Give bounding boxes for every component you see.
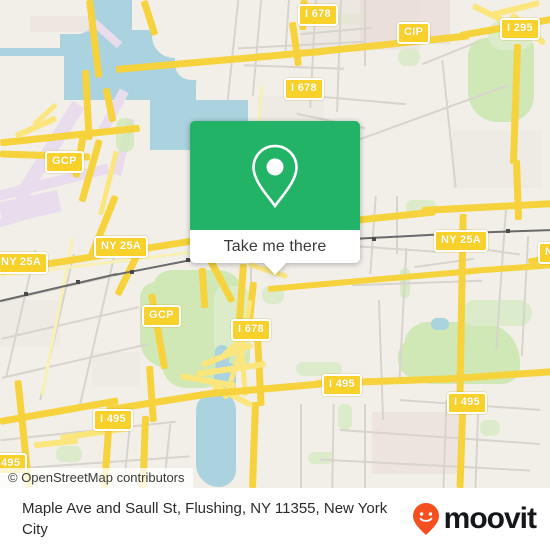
location-title: Maple Ave and Saull St, Flushing, NY 113…	[22, 500, 388, 538]
take-me-there-label: Take me there	[223, 237, 327, 255]
road-shield-i295: I 295	[500, 18, 540, 40]
road-shield-ny25a-west: NY 25A	[94, 236, 149, 258]
map-pin-icon	[252, 144, 298, 208]
road-shield-i495-west: I 495	[93, 409, 133, 431]
moovit-logo[interactable]: moovit	[411, 502, 537, 536]
road-shield-i495-east: I 495	[447, 392, 487, 414]
popup-tail	[263, 262, 287, 275]
road-shield-edge-clipped: N	[538, 242, 550, 264]
footer-bar: Maple Ave and Saull St, Flushing, NY 113…	[0, 488, 550, 550]
map-canvas[interactable]: I 678 CIP I 295 I 678 GCP NY 25A NY 25A NY 25A N…	[0, 0, 550, 488]
moovit-smiley-pin-icon	[412, 503, 439, 535]
road-shield-gcp-north: GCP	[45, 151, 84, 173]
popup-pin-area	[190, 121, 360, 230]
road-shield-i495-center: I 495	[322, 374, 362, 396]
osm-attribution[interactable]: © OpenStreetMap contributors	[0, 468, 193, 488]
take-me-there-button[interactable]: Take me there	[190, 230, 360, 263]
road-shield-ny25a-far-west: NY 25A	[0, 252, 49, 274]
destination-popup[interactable]: Take me there	[190, 121, 360, 275]
road-shield-cip: CIP	[397, 22, 431, 44]
moovit-wordmark: moovit	[443, 502, 537, 535]
road-shield-gcp-south: GCP	[142, 305, 181, 327]
road-shield-i678-mid: I 678	[284, 78, 324, 100]
map-screenshot: I 678 CIP I 295 I 678 GCP NY 25A NY 25A NY 25A N…	[0, 0, 550, 550]
road-shield-ny25a-east: NY 25A	[434, 230, 489, 252]
road-shield-i678-south: I 678	[231, 319, 271, 341]
road-shield-i678-north: I 678	[298, 4, 338, 26]
